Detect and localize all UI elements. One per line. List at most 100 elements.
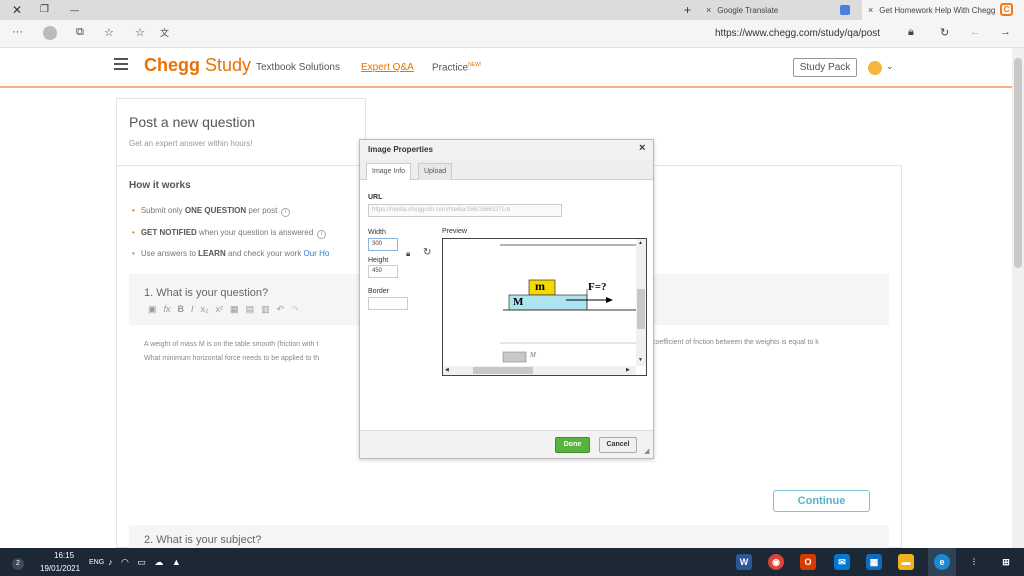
nav-practice-label: Practice: [432, 62, 469, 74]
done-button[interactable]: Done: [555, 437, 590, 453]
bold-icon[interactable]: B: [178, 304, 185, 314]
border-input[interactable]: [368, 297, 408, 310]
user-avatar[interactable]: [868, 61, 882, 75]
store-icon[interactable]: ▦: [866, 554, 882, 570]
continue-button[interactable]: Continue: [773, 490, 870, 512]
url-field[interactable]: https://www.chegg.com/study/qa/post: [715, 28, 880, 39]
lower-mass-label: M: [530, 351, 536, 359]
subject-title: 2. What is your subject?: [144, 534, 262, 546]
restore-window-icon[interactable]: ❐: [40, 2, 49, 18]
chevron-down-icon[interactable]: ⌄: [886, 61, 894, 72]
profile-avatar[interactable]: [43, 26, 57, 40]
chegg-favicon-icon: C: [1000, 3, 1013, 16]
url-label: URL: [368, 194, 383, 201]
question-text-line: What minimum horizontal force needs to b…: [144, 355, 320, 362]
dialog-title: Image Properties: [368, 145, 433, 154]
tab-chegg[interactable]: × Get Homework Help With Chegg C: [862, 0, 1024, 20]
nav-expert-qa[interactable]: Expert Q&A: [361, 62, 414, 73]
lock-icon: 🔒︎: [908, 26, 914, 38]
how-item: • GET NOTIFIED when your question is answ…: [132, 228, 327, 239]
dialog-body: URL https://media.cheggcdn.com/media/166…: [360, 180, 653, 430]
notification-badge[interactable]: 2: [12, 558, 24, 570]
logo-chegg: Chegg: [144, 55, 200, 75]
scroll-right-icon[interactable]: ▶: [626, 367, 630, 373]
subscript-icon[interactable]: x₂: [201, 304, 209, 314]
preview-horizontal-scrollbar[interactable]: ◀ ▶: [443, 366, 636, 375]
chrome-icon[interactable]: ◉: [768, 554, 784, 570]
image-preview: m M F=? M ▲ ▼ ◀ ▶: [442, 238, 647, 376]
tab-google-translate[interactable]: × Google Translate: [700, 0, 862, 20]
scroll-left-icon[interactable]: ◀: [445, 367, 449, 373]
site-header: Chegg Study Textbook Solutions Expert Q&…: [0, 48, 1012, 88]
mail-icon[interactable]: ✉: [834, 554, 850, 570]
browser-titlebar: ✕ ❐ — + × Google Translate × Get Homework …: [0, 0, 1024, 20]
info-icon[interactable]: i: [317, 230, 327, 239]
tab-close-icon[interactable]: ×: [868, 5, 873, 15]
chegg-study-logo[interactable]: Chegg Study: [144, 55, 251, 76]
minimize-window-icon[interactable]: —: [70, 2, 79, 18]
width-label: Width: [368, 229, 386, 236]
how-item: • Use answers to LEARN and check your wor…: [132, 249, 330, 258]
lock-ratio-icon[interactable]: 🔒︎: [406, 249, 410, 259]
favorites-list-icon[interactable]: ☆: [104, 26, 114, 39]
our-honor-code-link[interactable]: Our Ho: [304, 249, 330, 258]
more-icon[interactable]: ···: [12, 26, 23, 38]
preview-label: Preview: [442, 228, 467, 235]
task-view-icon[interactable]: ⫶: [966, 554, 982, 570]
info-icon[interactable]: i: [281, 208, 291, 217]
language-indicator[interactable]: ENG: [89, 559, 104, 566]
paste-icon[interactable]: ▤: [246, 304, 255, 314]
formula-icon[interactable]: fx: [164, 304, 171, 314]
undo-icon[interactable]: ↶: [277, 304, 285, 314]
translate-icon[interactable]: 文: [160, 26, 169, 39]
collections-icon[interactable]: ⧉: [76, 26, 84, 39]
paste-text-icon[interactable]: ▥: [261, 304, 270, 314]
url-input[interactable]: https://media.cheggcdn.com/media/166/166…: [368, 204, 562, 217]
clock-time[interactable]: 16:15: [54, 551, 74, 560]
back-icon[interactable]: ←: [970, 26, 981, 38]
word-icon[interactable]: W: [736, 554, 752, 570]
tab-image-info[interactable]: Image Info: [366, 163, 412, 180]
close-icon[interactable]: ×: [639, 142, 645, 154]
edge-icon[interactable]: e: [934, 554, 950, 570]
width-input[interactable]: 300: [368, 238, 398, 251]
table-icon[interactable]: ▦: [230, 304, 239, 314]
image-icon[interactable]: ▣: [148, 304, 157, 314]
office-icon[interactable]: O: [800, 554, 816, 570]
windows-taskbar: 2 16:15 19/01/2021 ENG ♪ ◠ ▭ ☁ ▲ W ◉ O ✉…: [0, 548, 1024, 576]
preview-vertical-scrollbar[interactable]: ▲ ▼: [636, 239, 646, 366]
address-bar: ··· ⧉ ☆ ☆ 文 https://www.chegg.com/study/…: [0, 20, 1024, 48]
cancel-button[interactable]: Cancel: [599, 437, 637, 453]
tab-close-icon[interactable]: ×: [706, 5, 711, 15]
nav-textbook-solutions[interactable]: Textbook Solutions: [256, 62, 340, 73]
editor-toolbar: ▣ fx B Ix₂ x² ▦ ▤ ▥ ↶ ↷: [148, 304, 306, 315]
refresh-icon[interactable]: ↻: [940, 26, 949, 39]
height-input[interactable]: 450: [368, 265, 398, 278]
clock-date[interactable]: 19/01/2021: [40, 564, 80, 573]
file-explorer-icon[interactable]: ▬: [898, 554, 914, 570]
tab-upload[interactable]: Upload: [418, 163, 453, 180]
page-scrollbar[interactable]: [1012, 48, 1024, 548]
hamburger-menu-icon[interactable]: [114, 58, 128, 73]
italic-icon[interactable]: I: [191, 304, 194, 314]
google-translate-icon: [840, 5, 850, 15]
star-icon[interactable]: ☆: [135, 26, 145, 39]
resize-handle-icon[interactable]: ◢: [644, 447, 649, 455]
scroll-thumb[interactable]: [1014, 58, 1022, 268]
dialog-tabs: Image Info Upload: [360, 160, 653, 180]
scroll-up-icon[interactable]: ▲: [638, 240, 643, 246]
scroll-thumb[interactable]: [637, 289, 645, 329]
forward-icon[interactable]: →: [1000, 26, 1011, 38]
scroll-down-icon[interactable]: ▼: [638, 357, 643, 363]
close-window-icon[interactable]: ✕: [12, 2, 22, 18]
system-tray-icons[interactable]: ♪ ◠ ▭ ☁ ▲: [108, 557, 184, 568]
study-pack-button[interactable]: Study Pack: [793, 58, 857, 77]
new-tab-button[interactable]: +: [684, 2, 691, 18]
scroll-thumb[interactable]: [473, 367, 533, 374]
question-text[interactable]: A weight of mass M is on the table smoot…: [144, 338, 319, 366]
reset-size-icon[interactable]: ↻: [423, 247, 431, 258]
windows-start-icon[interactable]: ⊞: [998, 554, 1014, 570]
superscript-icon[interactable]: x²: [216, 304, 224, 314]
nav-practice[interactable]: PracticeNEW!: [432, 62, 481, 73]
redo-icon[interactable]: ↷: [291, 304, 299, 314]
